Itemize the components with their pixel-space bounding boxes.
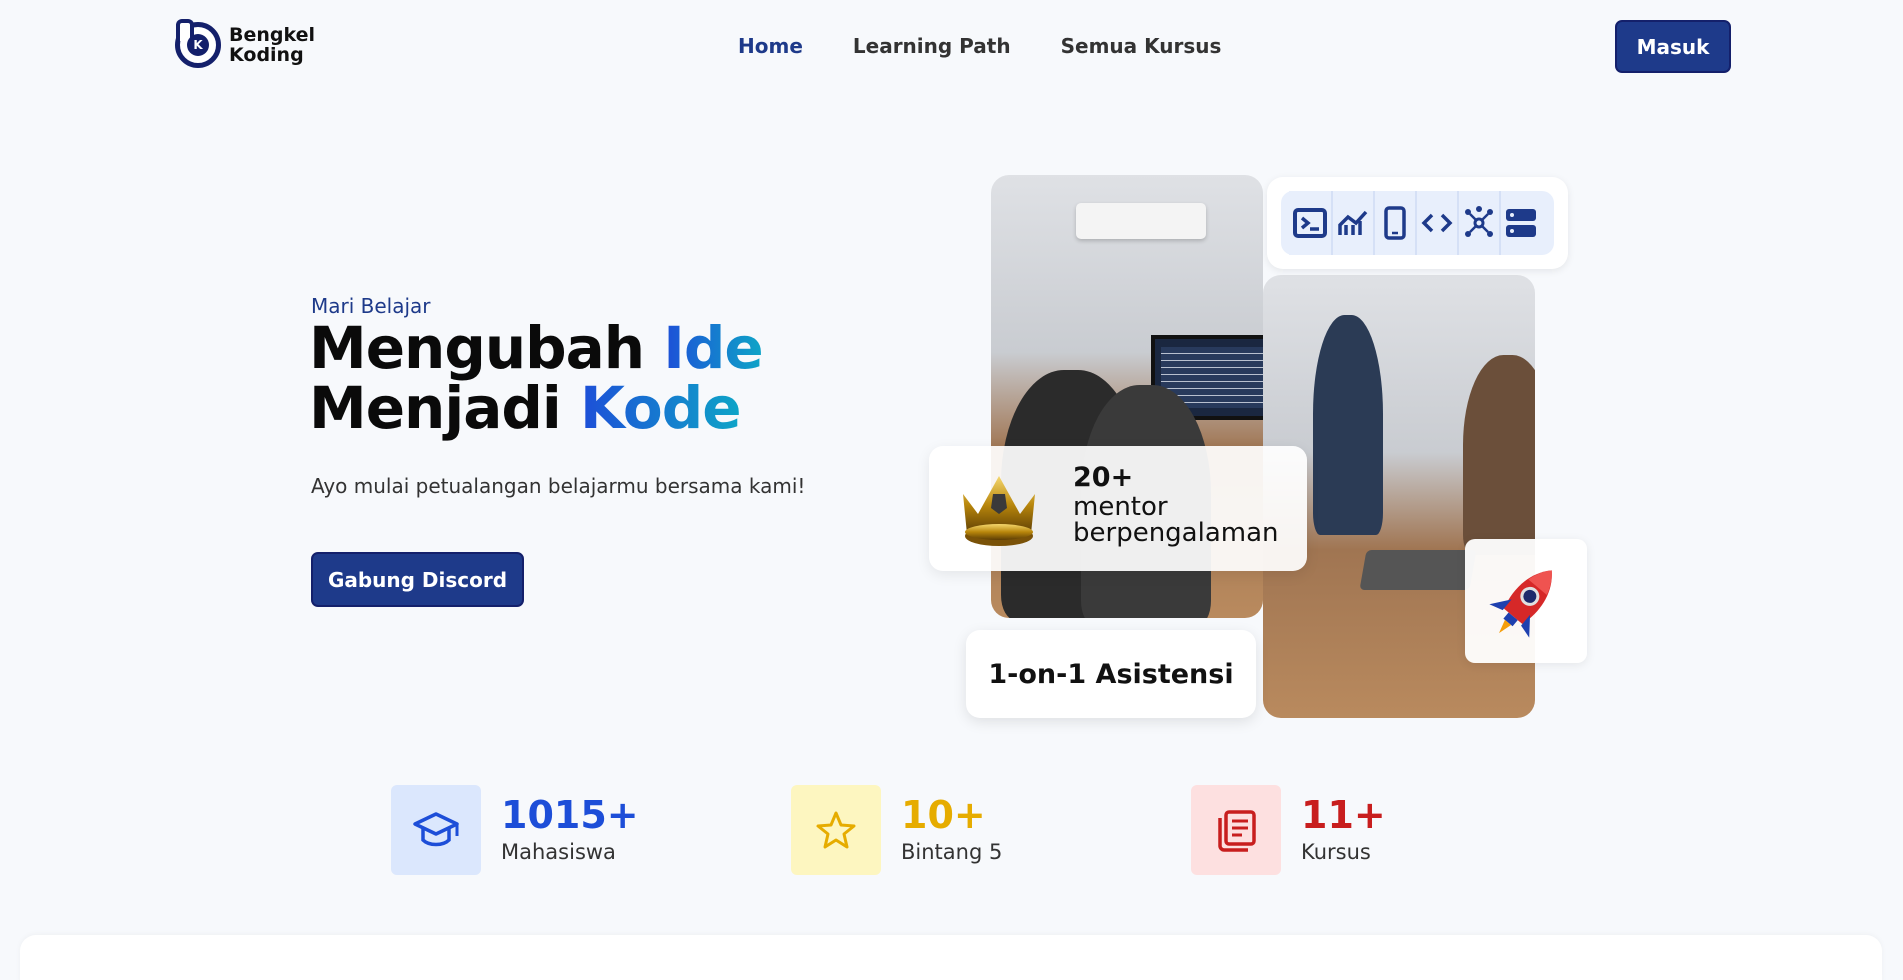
student-figure — [1463, 355, 1535, 555]
air-conditioner-image — [1076, 203, 1206, 239]
hero-title: Mengubah Ide Menjadi Kode — [309, 318, 764, 438]
stat-bintang: 10+ Bintang 5 — [791, 785, 1051, 875]
brand-logo[interactable]: K Bengkel Koding — [175, 19, 315, 68]
stat-label-kursus: Kursus — [1301, 840, 1371, 864]
mobile-icon — [1373, 191, 1415, 255]
rocket-card — [1465, 539, 1587, 663]
stat-mahasiswa: 1015+ Mahasiswa — [391, 785, 651, 875]
hero-title-line1-plain: Mengubah — [309, 314, 664, 382]
nav-links: Home Learning Path Semua Kursus — [738, 34, 1221, 58]
asistensi-card: 1-on-1 Asistensi — [966, 630, 1256, 718]
brand-name-line2: Koding — [229, 44, 304, 66]
hero-title-accent-ide: Ide — [663, 314, 763, 382]
stat-kursus: 11+ Kursus — [1191, 785, 1451, 875]
star-icon — [791, 785, 881, 875]
server-icon — [1499, 191, 1541, 255]
stat-label-mahasiswa: Mahasiswa — [501, 840, 616, 864]
nav-link-learning-path[interactable]: Learning Path — [853, 34, 1011, 58]
nav-link-home[interactable]: Home — [738, 34, 803, 58]
stat-value-bintang: 10+ — [901, 793, 986, 837]
rocket-icon — [1489, 570, 1552, 638]
tech-icon-row — [1281, 191, 1554, 255]
book-icon — [1191, 785, 1281, 875]
tech-icon-strip — [1267, 177, 1568, 269]
hero-title-line2: Menjadi Kode — [309, 378, 763, 438]
top-navbar: K Bengkel Koding Home Learning Path Semu… — [0, 0, 1903, 94]
logo-mark-letter: K — [187, 34, 209, 56]
hero-title-line1: Mengubah Ide — [309, 318, 764, 378]
nav-link-semua-kursus[interactable]: Semua Kursus — [1061, 34, 1222, 58]
logo-mark-icon: K — [175, 19, 221, 68]
instructor-figure — [1313, 315, 1383, 535]
join-discord-button[interactable]: Gabung Discord — [311, 552, 524, 607]
mentor-label: mentor berpengalaman — [1073, 492, 1279, 548]
brand-name: Bengkel Koding — [229, 25, 315, 65]
hero-title-line2-plain: Menjadi — [309, 374, 580, 442]
mentor-count: 20+ — [1073, 462, 1134, 493]
login-button[interactable]: Masuk — [1615, 20, 1731, 73]
chart-icon — [1331, 191, 1373, 255]
stat-label-bintang: Bintang 5 — [901, 840, 1003, 864]
stat-value-mahasiswa: 1015+ — [501, 793, 639, 837]
hero-title-accent-kode: Kode — [579, 374, 742, 442]
mentor-card: 20+ mentor berpengalaman — [929, 446, 1307, 571]
code-icon — [1415, 191, 1457, 255]
graduation-cap-icon — [391, 785, 481, 875]
stat-value-kursus: 11+ — [1301, 793, 1386, 837]
next-section-panel — [20, 935, 1882, 980]
crown-icon — [953, 464, 1045, 554]
brand-name-line1: Bengkel — [229, 24, 316, 46]
hero-subtitle: Ayo mulai petualangan belajarmu bersama … — [311, 474, 806, 498]
network-icon — [1457, 191, 1499, 255]
terminal-icon — [1289, 191, 1331, 255]
laptop-image — [1359, 550, 1477, 590]
